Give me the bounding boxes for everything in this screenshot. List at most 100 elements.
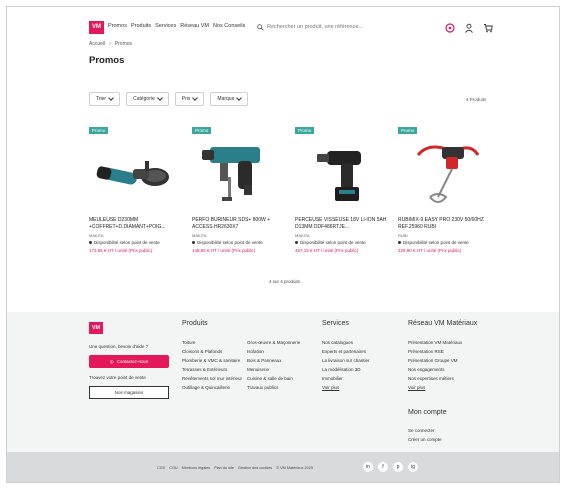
site-logo[interactable]: VM bbox=[89, 21, 104, 34]
social-links: in f p ig bbox=[363, 462, 418, 472]
product-stock: Disponibilité selon point de vente bbox=[398, 240, 469, 245]
sort-filter[interactable]: Trier bbox=[89, 92, 121, 106]
footer-account-title: Mon compte bbox=[408, 409, 447, 416]
footer-link[interactable]: Revêtements sol mur intérieur bbox=[182, 374, 242, 383]
register-link[interactable]: Créer un compte bbox=[408, 435, 442, 444]
footer-products-title: Produits bbox=[182, 320, 208, 327]
legal-link[interactable]: Plan du site bbox=[214, 466, 234, 470]
footer-link[interactable]: Nos engagements bbox=[408, 365, 462, 374]
product-grid: Promo MEULEUSE D230MM +COFFRET+D.DIAMANT… bbox=[89, 127, 489, 257]
stock-text: Disponibilité selon point de vente bbox=[94, 240, 160, 245]
contact-button[interactable]: ◎ Contactez-nous bbox=[89, 355, 169, 368]
search-bar[interactable] bbox=[257, 21, 429, 33]
footer-link[interactable]: Présentation VM Matériaux bbox=[408, 338, 462, 347]
facebook-icon[interactable]: f bbox=[378, 462, 388, 472]
chevron-down-icon bbox=[108, 95, 114, 101]
filter-bar: Trier Catégorie Prix Marque bbox=[89, 92, 249, 106]
footer-link[interactable]: Isolation bbox=[247, 347, 300, 356]
footer-link[interactable]: Présentation Groupe VM bbox=[408, 356, 462, 365]
search-icon bbox=[257, 23, 264, 31]
product-name[interactable]: RUBIMIX-9 EASY PRO 230V 50/60HZ REF.2596… bbox=[398, 217, 494, 231]
footer-link[interactable]: Cuisine & salle de bain bbox=[247, 374, 300, 383]
product-name[interactable]: PERCEUSE VISSEUSE 18V LI-ION 5AH D13MM D… bbox=[295, 217, 391, 231]
footer-account-links: Se connecter Créer un compte bbox=[408, 426, 442, 444]
price-filter[interactable]: Prix bbox=[174, 92, 205, 106]
product-brand: MAKITA bbox=[192, 233, 207, 238]
legal-link[interactable]: Mentions légales bbox=[182, 466, 211, 470]
footer-logo[interactable]: VM bbox=[89, 322, 103, 334]
product-price: 229,90 € HT / unité (Prix public) bbox=[398, 248, 462, 253]
header-icons bbox=[445, 20, 493, 33]
account-icon[interactable] bbox=[464, 20, 474, 33]
promo-badge: Promo bbox=[398, 127, 418, 134]
rotary-hammer-image[interactable] bbox=[192, 137, 288, 212]
product-stock: Disponibilité selon point de vente bbox=[89, 240, 160, 245]
reseau-more-link[interactable]: Voir plus bbox=[408, 385, 425, 390]
category-filter[interactable]: Catégorie bbox=[126, 92, 169, 106]
product-stock: Disponibilité selon point de vente bbox=[192, 240, 263, 245]
nav-item-reseau[interactable]: Réseau VM bbox=[180, 23, 209, 29]
product-price: 457,15 € HT / unité (Prix public) bbox=[295, 248, 359, 253]
product-stock: Disponibilité selon point de vente bbox=[295, 240, 366, 245]
legal-link[interactable]: CGV bbox=[157, 466, 165, 470]
chevron-down-icon bbox=[156, 95, 163, 101]
legal-links: CGV CGU Mentions légales Plan du site Ge… bbox=[157, 466, 313, 470]
footer-link[interactable]: Gros-œuvre & Maçonnerie bbox=[247, 338, 300, 347]
linkedin-icon[interactable]: in bbox=[363, 462, 373, 472]
footer-link[interactable]: Présentation RSE bbox=[408, 347, 462, 356]
nav-item-promos[interactable]: Promos bbox=[108, 23, 127, 29]
promo-badge: Promo bbox=[89, 127, 109, 134]
pinterest-icon[interactable]: p bbox=[393, 462, 403, 472]
footer-link[interactable]: La modélisation 3D bbox=[322, 365, 370, 374]
footer-link[interactable]: Bois & Panneaux bbox=[247, 356, 300, 365]
stock-text: Disponibilité selon point de vente bbox=[197, 240, 263, 245]
store-locator-icon[interactable] bbox=[445, 20, 455, 33]
page-frame: VM Promos Produits Services Réseau VM No… bbox=[6, 6, 560, 483]
brand-filter-label: Marque bbox=[217, 96, 235, 102]
product-name[interactable]: PERFO BURINEUR SDS+ 800W + ACCESS.HR2630… bbox=[192, 217, 288, 231]
footer-services-links: Nos catalogues Experts et partenaires La… bbox=[322, 338, 370, 392]
site-header: VM Promos Produits Services Réseau VM No… bbox=[7, 7, 559, 43]
product-price: 173,55 € HT / unité (Prix public) bbox=[89, 248, 153, 253]
nav-item-conseils[interactable]: Nos Conseils bbox=[213, 23, 245, 29]
category-filter-label: Catégorie bbox=[133, 96, 155, 102]
pagination-info: 4 sur 4 produits bbox=[269, 279, 301, 284]
instagram-icon[interactable]: ig bbox=[408, 462, 418, 472]
footer-link[interactable]: Nos expertises métiers bbox=[408, 374, 462, 383]
mixer-image[interactable] bbox=[398, 137, 494, 212]
footer-link[interactable]: Experts et partenaires bbox=[322, 347, 370, 356]
login-link[interactable]: Se connecter bbox=[408, 426, 442, 435]
chevron-down-icon bbox=[236, 95, 243, 101]
stores-button[interactable]: Nos magasins bbox=[89, 386, 169, 399]
stock-text: Disponibilité selon point de vente bbox=[403, 240, 469, 245]
cordless-drill-image[interactable] bbox=[295, 137, 391, 212]
footer-link[interactable]: Outillage & Quincaillerie bbox=[182, 383, 242, 392]
legal-link[interactable]: CGU bbox=[169, 466, 177, 470]
breadcrumb-home[interactable]: Accueil bbox=[89, 41, 105, 47]
nav-item-produits[interactable]: Produits bbox=[131, 23, 151, 29]
angle-grinder-image[interactable] bbox=[89, 137, 185, 212]
footer-link[interactable]: Toiture bbox=[182, 338, 242, 347]
stock-dot-icon bbox=[192, 241, 195, 244]
footer-services-title: Services bbox=[322, 320, 349, 327]
search-input[interactable] bbox=[267, 24, 417, 30]
footer-link[interactable]: La livraison sur chantier bbox=[322, 356, 370, 365]
page-title: Promos bbox=[89, 55, 125, 66]
footer-link[interactable]: Cloisons & Plafonds bbox=[182, 347, 242, 356]
footer-link[interactable]: Terrasses & Extérieurs bbox=[182, 365, 242, 374]
footer-products-col1: Toiture Cloisons & Plafonds Plomberie & … bbox=[182, 338, 242, 392]
stock-dot-icon bbox=[89, 241, 92, 244]
nav-item-services[interactable]: Services bbox=[155, 23, 176, 29]
brand-filter[interactable]: Marque bbox=[210, 92, 249, 106]
cart-icon[interactable] bbox=[483, 20, 493, 33]
footer-link[interactable]: Nos catalogues bbox=[322, 338, 370, 347]
footer-link[interactable]: Immobilier bbox=[322, 374, 370, 383]
legal-bar: CGV CGU Mentions légales Plan du site Ge… bbox=[7, 452, 559, 482]
footer-link[interactable]: Menuiserie bbox=[247, 365, 300, 374]
legal-link[interactable]: Gestion des cookies bbox=[238, 466, 272, 470]
footer-link[interactable]: Travaux publics bbox=[247, 383, 300, 392]
services-more-link[interactable]: Voir plus bbox=[322, 385, 339, 390]
product-name[interactable]: MEULEUSE D230MM +COFFRET+D.DIAMANT+POIG.… bbox=[89, 217, 185, 231]
footer-link[interactable]: Plomberie & VMC & sanitaire bbox=[182, 356, 242, 365]
product-brand: MAKITA bbox=[295, 233, 310, 238]
